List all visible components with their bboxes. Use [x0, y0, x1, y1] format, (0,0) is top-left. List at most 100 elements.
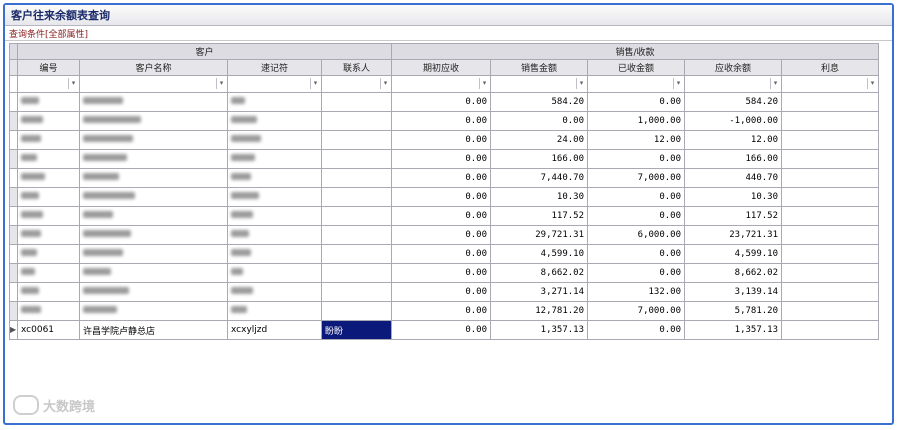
- cell-opening[interactable]: 0.00: [391, 282, 492, 302]
- cell-code-redacted[interactable]: [17, 206, 80, 226]
- cell-name-redacted[interactable]: [79, 301, 228, 321]
- cell-sales-amount[interactable]: 29,721.31: [490, 225, 589, 245]
- cell-code-redacted[interactable]: [17, 92, 80, 112]
- cell-interest[interactable]: [781, 320, 880, 340]
- cell-mnemonic-redacted[interactable]: [227, 168, 322, 188]
- cell-code-redacted[interactable]: [17, 149, 80, 169]
- cell-opening[interactable]: 0.00: [391, 301, 492, 321]
- filter-dropdown-icon[interactable]: ▾: [479, 78, 489, 89]
- cell-code-redacted[interactable]: [17, 225, 80, 245]
- cell-code-redacted[interactable]: [17, 282, 80, 302]
- filter-dropdown-icon[interactable]: ▾: [867, 78, 877, 89]
- cell-receivable[interactable]: 1,357.13: [684, 320, 783, 340]
- cell-interest[interactable]: [781, 225, 880, 245]
- cell-receivable[interactable]: 4,599.10: [684, 244, 783, 264]
- cell-contact[interactable]: [320, 244, 393, 264]
- cell-code-redacted[interactable]: [17, 130, 80, 150]
- cell-opening[interactable]: 0.00: [391, 168, 492, 188]
- balance-grid[interactable]: 客户 销售/收款 编号 客户名称 速记符 联系人 期初应收 销售金额 已收金额 …: [9, 43, 880, 361]
- cell-sales-amount[interactable]: 584.20: [490, 92, 589, 112]
- col-interest[interactable]: 利息: [781, 59, 880, 76]
- cell-mnemonic-redacted[interactable]: [227, 263, 322, 283]
- cell-sales-amount[interactable]: 166.00: [490, 149, 589, 169]
- cell-code-redacted[interactable]: [17, 301, 80, 321]
- cell-code-redacted[interactable]: [17, 111, 80, 131]
- cell-receivable[interactable]: 5,781.20: [684, 301, 783, 321]
- col-name[interactable]: 客户名称: [79, 59, 228, 76]
- cell-opening[interactable]: 0.00: [391, 206, 492, 226]
- cell-mnemonic-redacted[interactable]: [227, 244, 322, 264]
- table-row[interactable]: 0.00 117.52 0.00 117.52: [9, 206, 880, 226]
- table-row[interactable]: 0.00 24.00 12.00 12.00: [9, 130, 880, 150]
- cell-opening[interactable]: 0.00: [391, 149, 492, 169]
- cell-received[interactable]: 0.00: [587, 320, 686, 340]
- cell-code[interactable]: xc0061: [17, 320, 80, 340]
- cell-received[interactable]: 0.00: [587, 149, 686, 169]
- cell-interest[interactable]: [781, 282, 880, 302]
- cell-opening[interactable]: 0.00: [391, 263, 492, 283]
- filter-dropdown-icon[interactable]: ▾: [770, 78, 780, 89]
- cell-received[interactable]: 6,000.00: [587, 225, 686, 245]
- cell-code-redacted[interactable]: [17, 263, 80, 283]
- col-receivable[interactable]: 应收余额: [684, 59, 783, 76]
- cell-sales-amount[interactable]: 10.30: [490, 187, 589, 207]
- cell-name-redacted[interactable]: [79, 244, 228, 264]
- cell-interest[interactable]: [781, 149, 880, 169]
- cell-mnemonic-redacted[interactable]: [227, 187, 322, 207]
- filter-dropdown-icon[interactable]: ▾: [216, 78, 226, 89]
- cell-sales-amount[interactable]: 4,599.10: [490, 244, 589, 264]
- cell-receivable[interactable]: 12.00: [684, 130, 783, 150]
- cell-interest[interactable]: [781, 130, 880, 150]
- cell-sales-amount[interactable]: 8,662.02: [490, 263, 589, 283]
- cell-code-redacted[interactable]: [17, 187, 80, 207]
- cell-received[interactable]: 0.00: [587, 206, 686, 226]
- cell-contact[interactable]: [320, 149, 393, 169]
- table-row[interactable]: 0.00 584.20 0.00 584.20: [9, 92, 880, 112]
- cell-opening[interactable]: 0.00: [391, 225, 492, 245]
- cell-received[interactable]: 0.00: [587, 244, 686, 264]
- cell-name-redacted[interactable]: [79, 282, 228, 302]
- attribute-filter-link[interactable]: [全部属性]: [45, 27, 88, 40]
- filter-interest[interactable]: ▾: [781, 75, 880, 93]
- filter-dropdown-icon[interactable]: ▾: [576, 78, 586, 89]
- filter-sales-amount[interactable]: ▾: [490, 75, 589, 93]
- cell-contact[interactable]: [320, 263, 393, 283]
- table-row[interactable]: 0.00 10.30 0.00 10.30: [9, 187, 880, 207]
- cell-contact[interactable]: [320, 168, 393, 188]
- cell-sales-amount[interactable]: 24.00: [490, 130, 589, 150]
- cell-receivable[interactable]: 117.52: [684, 206, 783, 226]
- cell-interest[interactable]: [781, 244, 880, 264]
- filter-dropdown-icon[interactable]: ▾: [380, 78, 390, 89]
- cell-opening[interactable]: 0.00: [391, 320, 492, 340]
- filter-receivable[interactable]: ▾: [684, 75, 783, 93]
- cell-name[interactable]: 许昌学院卢静总店: [79, 320, 228, 340]
- table-row[interactable]: 0.00 12,781.20 7,000.00 5,781.20: [9, 301, 880, 321]
- table-row[interactable]: ▶ xc0061 许昌学院卢静总店 xcxyljzd 盼盼 0.00 1,357.13 0.0…: [9, 320, 880, 340]
- cell-received[interactable]: 0.00: [587, 187, 686, 207]
- cell-name-redacted[interactable]: [79, 92, 228, 112]
- cell-receivable[interactable]: 3,139.14: [684, 282, 783, 302]
- table-row[interactable]: 0.00 166.00 0.00 166.00: [9, 149, 880, 169]
- cell-name-redacted[interactable]: [79, 130, 228, 150]
- cell-opening[interactable]: 0.00: [391, 244, 492, 264]
- col-contact[interactable]: 联系人: [320, 59, 393, 76]
- cell-contact[interactable]: 盼盼: [320, 320, 393, 340]
- cell-opening[interactable]: 0.00: [391, 92, 492, 112]
- cell-code-redacted[interactable]: [17, 168, 80, 188]
- cell-receivable[interactable]: 584.20: [684, 92, 783, 112]
- cell-received[interactable]: 0.00: [587, 92, 686, 112]
- cell-code-redacted[interactable]: [17, 244, 80, 264]
- cell-mnemonic-redacted[interactable]: [227, 225, 322, 245]
- cell-contact[interactable]: [320, 301, 393, 321]
- cell-name-redacted[interactable]: [79, 225, 228, 245]
- filter-name[interactable]: ▾: [79, 75, 228, 93]
- cell-contact[interactable]: [320, 282, 393, 302]
- cell-mnemonic-redacted[interactable]: [227, 282, 322, 302]
- cell-interest[interactable]: [781, 206, 880, 226]
- cell-sales-amount[interactable]: 3,271.14: [490, 282, 589, 302]
- table-row[interactable]: 0.00 29,721.31 6,000.00 23,721.31: [9, 225, 880, 245]
- filter-received[interactable]: ▾: [587, 75, 686, 93]
- cell-name-redacted[interactable]: [79, 149, 228, 169]
- cell-interest[interactable]: [781, 92, 880, 112]
- col-code[interactable]: 编号: [17, 59, 80, 76]
